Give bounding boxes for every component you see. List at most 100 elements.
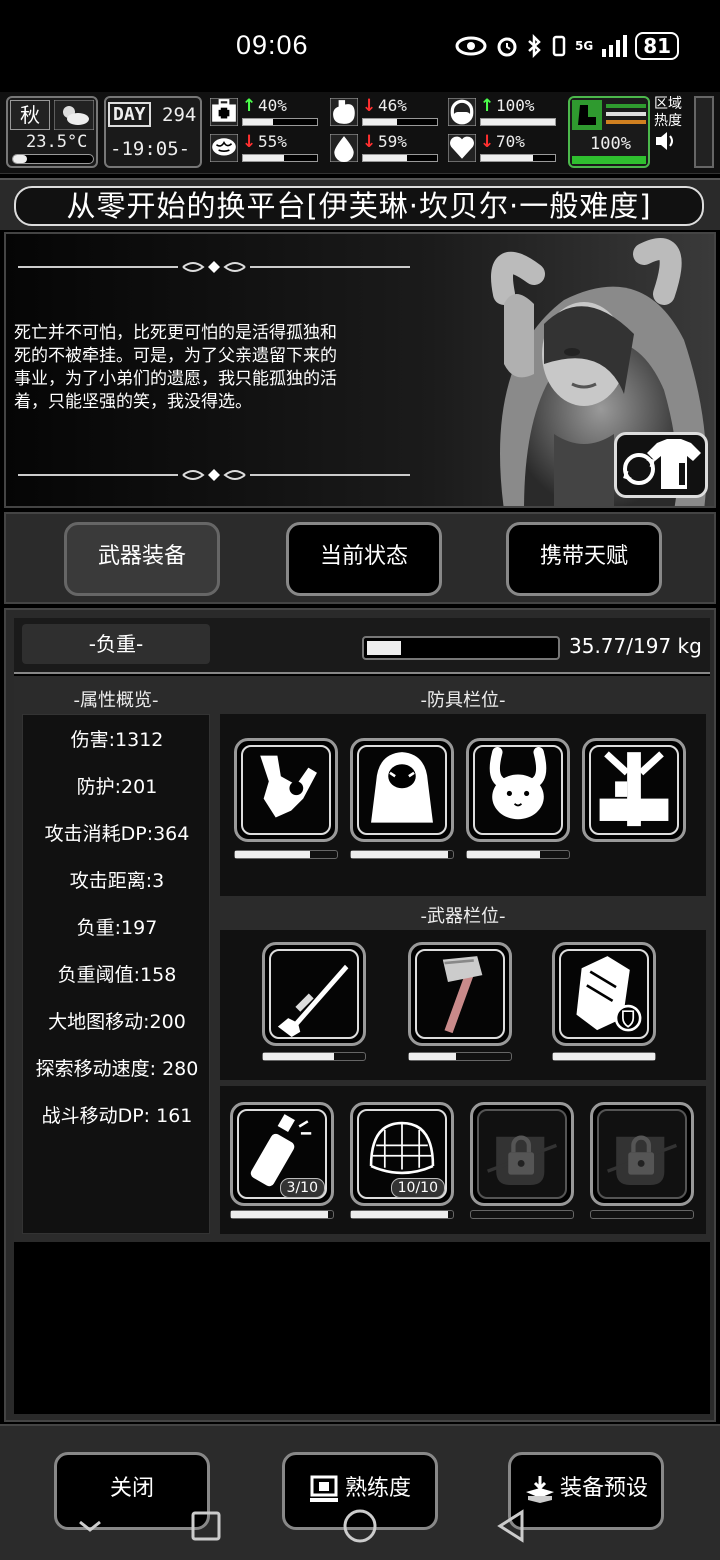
- eye-icon: [455, 36, 487, 56]
- brain-icon: [210, 134, 238, 162]
- attribute-row: 负重阈值:158: [57, 964, 177, 986]
- stamina-box: 100%: [568, 96, 650, 168]
- zone-heat[interactable]: 区域 热度: [654, 96, 692, 168]
- armor-slot[interactable]: [350, 738, 454, 842]
- durability-bar: [552, 1052, 656, 1061]
- game-clock: -19:05-: [110, 138, 191, 160]
- clock-text: 09:06: [236, 30, 309, 60]
- speaker-icon[interactable]: [654, 130, 678, 152]
- stamina-bar: [572, 156, 646, 164]
- durability-bar: [470, 1210, 574, 1219]
- attribute-row: 攻击消耗DP:364: [44, 823, 190, 845]
- attribute-row: 防护:201: [76, 776, 158, 798]
- equipment-content: -属性概览- 伤害:1312 防护:201 攻击消耗DP:364 攻击距离:3 负重:1…: [14, 676, 710, 1242]
- preset-label: 装备预设: [559, 1476, 648, 1501]
- bluetooth-icon: [528, 34, 541, 58]
- medkit-icon: [210, 98, 238, 126]
- weapon-slots: [220, 930, 706, 1080]
- hide-keyboard-icon[interactable]: [76, 1516, 104, 1536]
- vital-stat: ↑ 40%: [208, 96, 324, 130]
- attributes-list: 伤害:1312 防护:201 攻击消耗DP:364 攻击距离:3 负重:197 负重阈值:…: [22, 714, 210, 1234]
- stat-value: 59%: [378, 132, 407, 151]
- stat-bar: [480, 154, 556, 162]
- arrow-down-icon: ↓: [480, 132, 495, 152]
- quote-line: 死亡并不可怕，比死更可怕的是活得孤独和: [14, 323, 337, 343]
- durability-bar: [350, 1210, 454, 1219]
- vital-stat: ↓ 46%: [328, 96, 444, 130]
- stat-bar: [362, 154, 438, 162]
- armor-slot[interactable]: [234, 738, 338, 842]
- weapon-slot[interactable]: [262, 942, 366, 1046]
- armor-slot[interactable]: [466, 738, 570, 842]
- zone-heat-label-2: 热度: [654, 113, 682, 129]
- temperature-bar: [12, 154, 94, 164]
- attribute-row: 大地图移动:200: [48, 1011, 186, 1033]
- weapon-slot[interactable]: [552, 942, 656, 1046]
- attribute-row: 伤害:1312: [70, 729, 164, 751]
- sledgehammer-icon: [442, 956, 483, 1034]
- arrow-down-icon: ↓: [362, 96, 377, 116]
- quote-line: 着，只能坚强的笑，我没得选。: [14, 392, 252, 412]
- durability-bar: [234, 850, 338, 859]
- tab-carried-talents[interactable]: 携带天赋: [506, 522, 662, 596]
- arrow-up-icon: ↑: [480, 96, 495, 116]
- item-slot[interactable]: 3/10: [230, 1102, 334, 1206]
- boot-icon: [572, 100, 602, 130]
- change-outfit-button[interactable]: [614, 432, 708, 498]
- system-status-bar: 09:06 5G 81: [0, 0, 720, 92]
- heart-icon: [448, 134, 476, 162]
- weight-label: -负重-: [22, 624, 210, 664]
- stat-bar: [480, 118, 556, 126]
- stat-value: 55%: [258, 132, 287, 151]
- vital-stat: ↑ 100%: [446, 96, 562, 130]
- stat-value: 100%: [496, 96, 535, 115]
- weapon-slot[interactable]: [408, 942, 512, 1046]
- attributes-title: -属性概览-: [73, 690, 159, 711]
- item-slot[interactable]: 10/10: [350, 1102, 454, 1206]
- tab-weapon-equipment[interactable]: 武器装备: [64, 522, 220, 596]
- season-label: 秋: [10, 100, 50, 130]
- durability-bar: [350, 850, 454, 859]
- top-ornament: [18, 261, 410, 273]
- alarm-icon: [497, 37, 517, 57]
- signal-icon: [602, 35, 628, 57]
- water-drop-icon: [330, 134, 358, 162]
- arrow-down-icon: ↓: [362, 132, 377, 152]
- weight-bar: [362, 636, 560, 660]
- attribute-row: 攻击距离:3: [69, 870, 165, 892]
- stat-bar: [242, 154, 318, 162]
- durability-bar: [408, 1052, 512, 1061]
- navigation-bar: [0, 1500, 720, 1560]
- season-weather-box: 秋 23.5°C: [6, 96, 98, 168]
- stat-value: 40%: [258, 96, 287, 115]
- scenario-title: 从零开始的换平台[伊芙琳·坎贝尔·一般难度]: [14, 186, 704, 226]
- attribute-row: 负重:197: [76, 917, 158, 939]
- vital-stat: ↓ 55%: [208, 132, 324, 166]
- item-slot[interactable]: [470, 1102, 574, 1206]
- character-quote: 死亡并不可怕，比死更可怕的是活得孤独和 死的不被牵挂。可是，为了父亲遗留下来的 …: [14, 322, 404, 414]
- arrow-up-icon: ↑: [242, 96, 257, 116]
- frame-pack-icon: [599, 751, 669, 827]
- armor-slot[interactable]: [582, 738, 686, 842]
- battery-indicator: 81: [635, 32, 680, 60]
- weight-value: 35.77/197 kg: [569, 634, 702, 658]
- locked-fist-icon: [606, 1135, 678, 1185]
- item-slot[interactable]: [590, 1102, 694, 1206]
- armor-slots: [220, 714, 706, 896]
- day-clock-box: DAY 294 -19:05-: [104, 96, 202, 168]
- vibrate-icon: [552, 35, 566, 57]
- stamina-text: 100%: [590, 134, 631, 154]
- tab-current-status[interactable]: 当前状态: [286, 522, 442, 596]
- day-counter: 294: [162, 104, 197, 126]
- title-banner: 从零开始的换平台[伊芙琳·坎贝尔·一般难度]: [0, 178, 720, 230]
- home-icon[interactable]: [342, 1508, 378, 1544]
- arrow-down-icon: ↓: [242, 132, 257, 152]
- network-type-text: 5G: [575, 39, 594, 53]
- temperature-text: 23.5°C: [26, 132, 88, 152]
- stat-bar: [362, 118, 438, 126]
- durability-bar: [262, 1052, 366, 1061]
- recent-apps-icon[interactable]: [190, 1510, 222, 1542]
- stat-value: 46%: [378, 96, 407, 115]
- back-icon[interactable]: [496, 1508, 528, 1544]
- bottom-ornament: [18, 469, 410, 481]
